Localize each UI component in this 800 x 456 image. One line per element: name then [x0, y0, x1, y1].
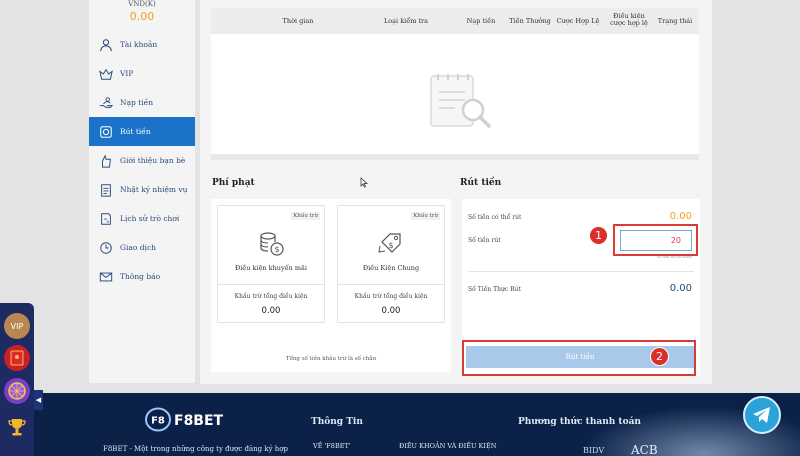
refer-friends-icon: [98, 153, 114, 169]
vip-icon: [98, 66, 114, 82]
column-header: Cược Hợp Lệ: [556, 17, 600, 25]
trophy-icon[interactable]: [4, 414, 30, 440]
deduction-tag: Khấu trừ: [411, 212, 440, 220]
sidebar-item-notifications[interactable]: Thông báo: [89, 262, 195, 291]
penalty-card-value: 0.00: [261, 306, 281, 316]
step-marker: 2: [650, 347, 669, 366]
floating-shortcut-bar: VIP: [0, 303, 34, 456]
penalty-card-sub: Khấu trừ tổng điều kiện: [354, 293, 428, 300]
svg-text:$: $: [274, 245, 279, 254]
column-header: Trạng thái: [657, 17, 693, 25]
vip-badge-label: VIP: [10, 321, 24, 331]
column-header: Điều kiện cược hợp lệ: [610, 12, 648, 27]
f8bet-logo[interactable]: F8 F8BET: [144, 406, 234, 433]
sidebar-item-label: Thông báo: [120, 272, 161, 281]
collapse-arrow-icon[interactable]: ◀: [34, 390, 43, 410]
sidebar-item-account[interactable]: Tài khoản: [89, 30, 195, 59]
sidebar-item-withdraw[interactable]: Rút tiền: [89, 117, 195, 146]
notifications-icon: [98, 269, 114, 285]
sidebar-item-task-log[interactable]: Nhật ký nhiệm vụ: [89, 175, 195, 204]
penalty-card-general: Khấu trừ $ Điều Kiện Chung Khấu trừ tổng…: [337, 205, 445, 323]
column-header: Tiền Thưởng: [509, 17, 551, 25]
balance-currency-label: VND(K): [128, 0, 156, 8]
available-amount-label: Số tiền có thể rút: [468, 214, 522, 221]
withdraw-records-table: Thời gian Loại kiểm tra Nạp tiền Tiền Th…: [211, 8, 699, 160]
footer-terms-link[interactable]: ĐIỀU KHOẢN VÀ ĐIỀU KIỆN: [399, 442, 496, 450]
sidebar-item-refer-friends[interactable]: Giới thiệu bạn bè: [89, 146, 195, 175]
card-divider: [338, 284, 444, 285]
available-amount-value: 0.00: [669, 211, 692, 222]
step-marker: 1: [589, 226, 608, 245]
withdraw-amount-label: Số tiền rút: [468, 237, 501, 244]
footer-payment-title: Phương thức thanh toán: [518, 417, 641, 427]
account-sidebar: VND(K) 0.00 Tài khoản VIP Nạp tiền Rút t…: [89, 0, 195, 383]
red-envelope-icon[interactable]: [4, 345, 30, 371]
penalty-card-name: Điều Kiện Chung: [362, 264, 420, 272]
sidebar-item-label: Rút tiền: [120, 127, 151, 136]
lucky-wheel-icon[interactable]: [4, 378, 30, 404]
coins-icon: $: [258, 230, 286, 262]
column-header: Thời gian: [282, 17, 314, 25]
penalty-title: Phí phạt: [212, 178, 255, 188]
highlight-amount-input: [613, 224, 698, 256]
sidebar-item-transactions[interactable]: Giao dịch: [89, 233, 195, 262]
vip-badge-icon[interactable]: VIP: [4, 313, 30, 339]
svg-text:F8: F8: [151, 416, 165, 427]
column-header: Loại kiểm tra: [383, 17, 429, 25]
penalty-panel: Khấu trừ $ Điều kiện khuyến mãi Khấu trừ…: [211, 199, 451, 372]
money-tag-icon: $: [378, 230, 406, 262]
footer-about-link[interactable]: VỀ 'F8BET': [313, 442, 351, 450]
no-data-icon: [426, 70, 496, 136]
penalty-note: Tổng số tiền khấu trừ là số chẵn: [285, 356, 377, 362]
task-log-icon: [98, 182, 114, 198]
panel-divider: [468, 271, 694, 272]
withdraw-page: Thời gian Loại kiểm tra Nạp tiền Tiền Th…: [200, 0, 712, 384]
sidebar-item-deposit[interactable]: Nạp tiền: [89, 88, 195, 117]
penalty-card-value: 0.00: [381, 306, 401, 316]
game-history-icon: [98, 211, 114, 227]
penalty-card-name: Điều kiện khuyến mãi: [234, 264, 308, 272]
sidebar-item-vip[interactable]: VIP: [89, 59, 195, 88]
sidebar-item-game-history[interactable]: Lịch sử trò chơi: [89, 204, 195, 233]
actual-amount-value: 0.00: [669, 283, 692, 294]
footer-tagline: F8BET - Một trong những công ty được đăn…: [103, 445, 288, 453]
card-divider: [218, 284, 324, 285]
withdraw-title: Rút tiền: [460, 178, 502, 188]
table-scrollbar[interactable]: [211, 154, 699, 160]
penalty-card-sub: Khấu trừ tổng điều kiện: [234, 293, 308, 300]
column-header: Nạp tiền: [466, 17, 496, 25]
sidebar-item-label: Giới thiệu bạn bè: [120, 156, 186, 165]
sidebar-item-label: Tài khoản: [120, 40, 158, 49]
telegram-icon[interactable]: [743, 396, 781, 434]
site-footer: F8 F8BET F8BET - Một trong những công ty…: [0, 393, 800, 456]
user-icon: [98, 37, 114, 53]
penalty-card-promotion: Khấu trừ $ Điều kiện khuyến mãi Khấu trừ…: [217, 205, 325, 323]
sidebar-item-label: Lịch sử trò chơi: [120, 214, 180, 223]
sidebar-item-label: Giao dịch: [120, 243, 156, 252]
transactions-icon: [98, 240, 114, 256]
mouse-cursor-icon: [360, 177, 368, 188]
deduction-tag: Khấu trừ: [291, 212, 320, 220]
withdraw-icon: [98, 124, 114, 140]
balance-value: 0.00: [129, 10, 155, 23]
footer-info-title: Thông Tin: [311, 417, 363, 427]
actual-amount-label: Số Tiền Thực Rút: [468, 286, 521, 293]
sidebar-item-label: Nhật ký nhiệm vụ: [120, 185, 188, 194]
table-header: Thời gian Loại kiểm tra Nạp tiền Tiền Th…: [211, 8, 699, 34]
bank-logo-bidv: BIDV: [583, 446, 605, 455]
bank-logo-acb: ACB: [631, 443, 658, 456]
svg-text:F8BET: F8BET: [174, 413, 224, 429]
sidebar-item-label: Nạp tiền: [120, 98, 154, 107]
deposit-icon: [98, 95, 114, 111]
sidebar-item-label: VIP: [120, 69, 134, 78]
svg-text:$: $: [388, 241, 393, 250]
